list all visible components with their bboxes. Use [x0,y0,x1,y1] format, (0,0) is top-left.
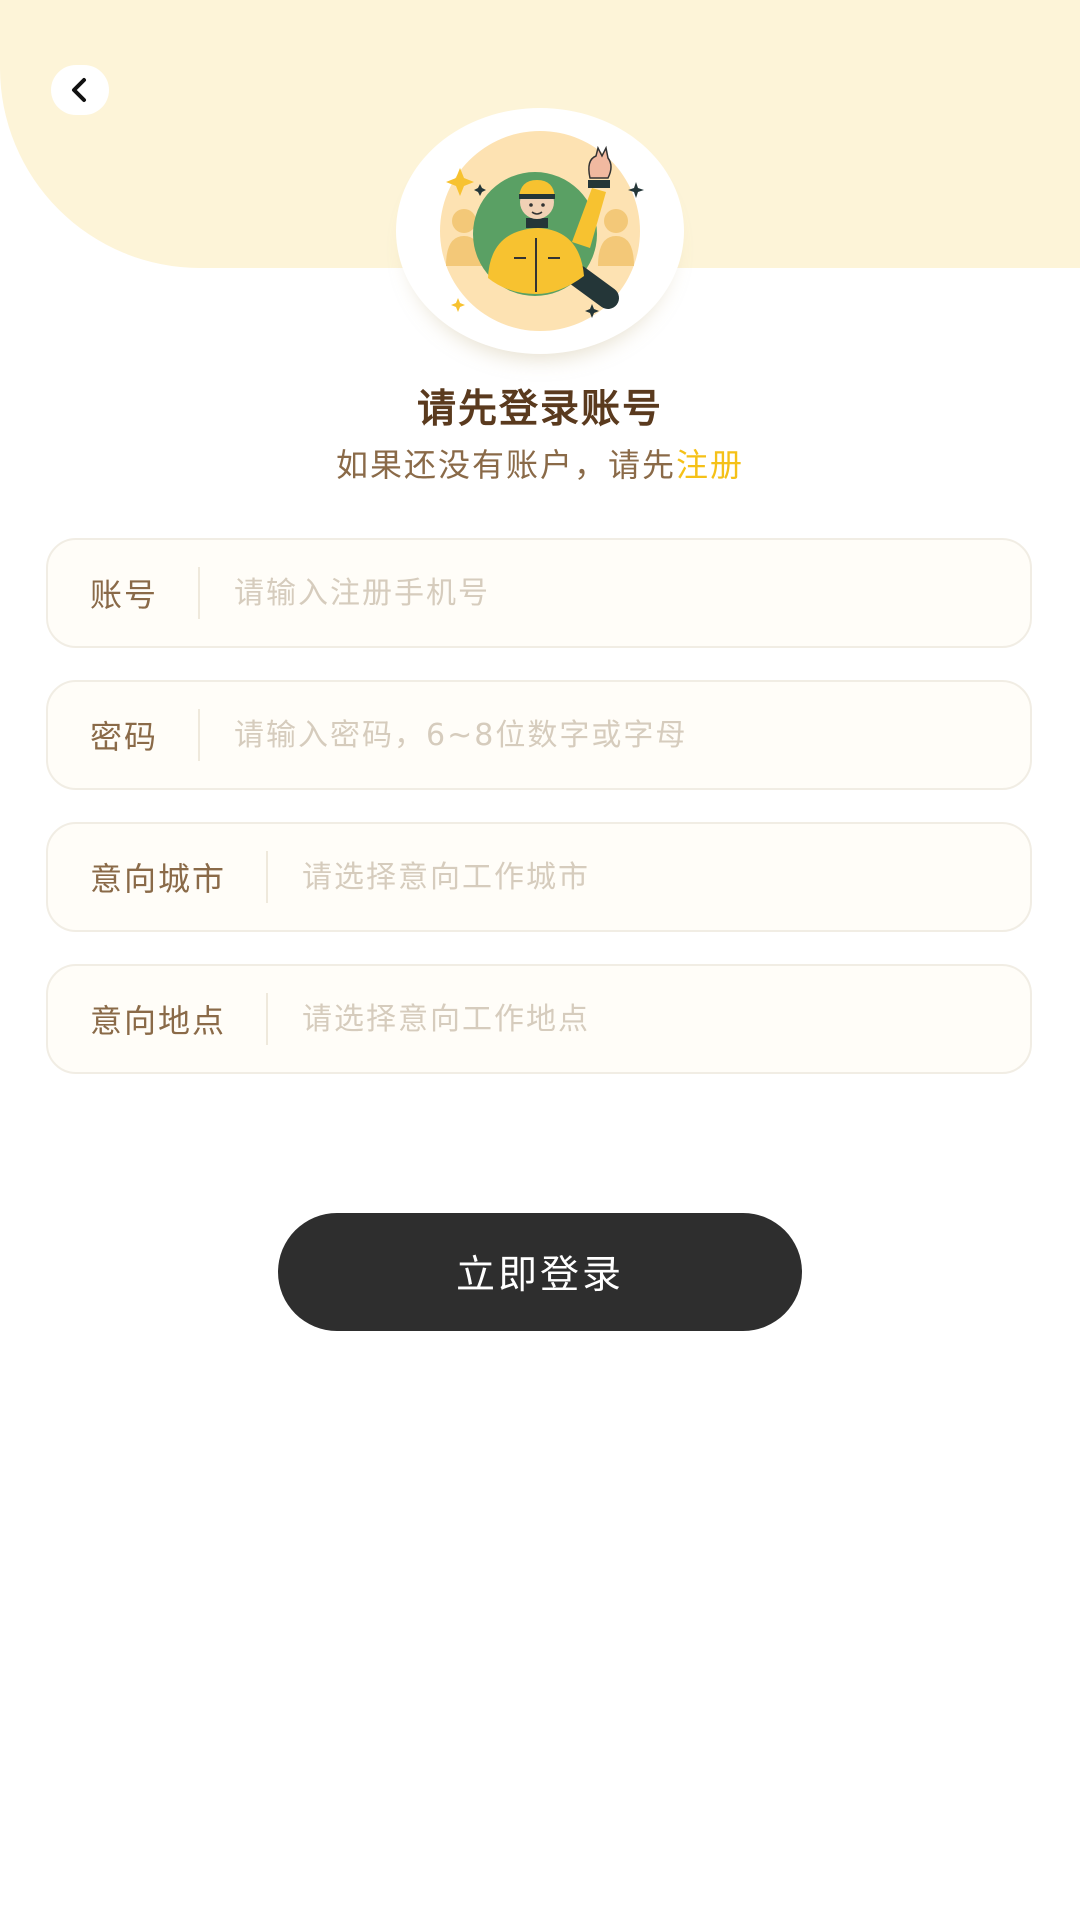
account-input[interactable] [234,575,1000,611]
city-label: 意向城市 [90,860,227,898]
divider [266,851,269,903]
page-title: 请先登录账号 [416,387,663,432]
login-page: 请先登录账号 如果还没有账户，请先注册 账号 密码 意向城市 意向地点 立即登录 [0,0,1080,1920]
location-label: 意向地点 [90,1002,227,1040]
divider [198,709,201,761]
divider [266,993,269,1045]
account-field[interactable]: 账号 [46,538,1032,648]
login-button[interactable]: 立即登录 [278,1213,802,1331]
back-button[interactable] [51,65,109,115]
city-select[interactable] [302,859,1000,895]
register-link[interactable]: 注册 [676,446,744,484]
password-label: 密码 [90,718,159,756]
password-field[interactable]: 密码 [46,680,1032,790]
delivery-worker-icon [440,131,644,331]
location-field[interactable]: 意向地点 [46,964,1032,1074]
chevron-left-icon [69,77,91,103]
password-input[interactable] [234,717,1000,753]
divider [198,567,201,619]
location-select[interactable] [302,1001,1000,1037]
city-field[interactable]: 意向城市 [46,822,1032,932]
subtitle: 如果还没有账户，请先注册 [0,440,1080,490]
subtitle-text: 如果还没有账户，请先 [335,446,676,484]
account-label: 账号 [90,576,159,614]
avatar-illustration [396,108,684,354]
